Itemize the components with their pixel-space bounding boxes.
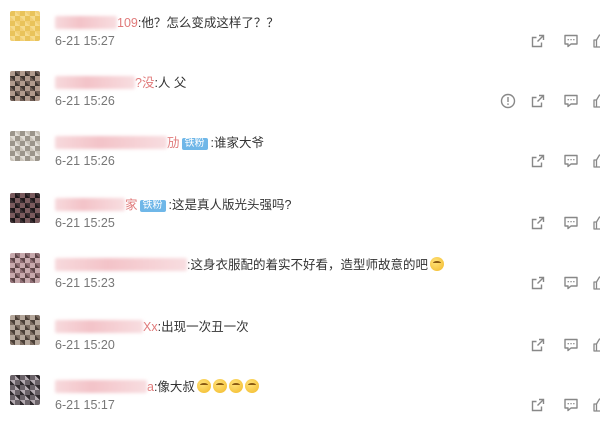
like-icon[interactable] [592, 215, 600, 231]
comment-text: :这身衣服配的着实不好看，造型师故意的吧 [187, 258, 428, 272]
username-tail[interactable]: 劢 [167, 136, 180, 150]
forward-icon[interactable] [530, 275, 546, 291]
like-icon[interactable] [592, 153, 600, 169]
avatar[interactable] [10, 375, 40, 405]
comment-time: 6-21 15:26 [55, 94, 115, 108]
username-tail[interactable]: a [147, 380, 154, 394]
comment-list: 109:他？怎么变成这样了？？ 6-21 15:27 ?没:人 父 6-21 15:2… [0, 0, 600, 419]
comment-text: :他？怎么变成这样了？？ [137, 16, 279, 30]
username-tail[interactable]: 109 [117, 16, 138, 30]
avatar[interactable] [10, 71, 40, 101]
comment-item: 家铁粉:这是真人版光头强吗? 6-21 15:25 [0, 188, 600, 248]
comment-time: 6-21 15:26 [55, 154, 115, 168]
comment-text: :出现一次丑一次 [157, 320, 249, 334]
report-icon[interactable] [500, 93, 516, 109]
username-blurred[interactable] [55, 136, 167, 149]
comment-line: Xx:出现一次丑一次 [55, 316, 249, 335]
avatar[interactable] [10, 193, 40, 223]
forward-icon[interactable] [530, 337, 546, 353]
emoji-icon [429, 257, 444, 271]
username-tail[interactable]: Xx [143, 320, 158, 334]
forward-icon[interactable] [530, 215, 546, 231]
comment-line: a:像大叔 [55, 376, 259, 395]
emoji-icon [244, 379, 259, 393]
avatar[interactable] [10, 11, 40, 41]
username-blurred[interactable] [55, 76, 135, 89]
comment-time: 6-21 15:25 [55, 216, 115, 230]
forward-icon[interactable] [530, 93, 546, 109]
forward-icon[interactable] [530, 397, 546, 413]
comment-item: ?没:人 父 6-21 15:26 [0, 66, 600, 126]
emoji-icon [228, 379, 243, 393]
username-tail[interactable]: 家 [125, 198, 138, 212]
comment-line: ?没:人 父 [55, 72, 186, 91]
username-tail[interactable]: ?没 [135, 76, 154, 90]
comment-text: :这是真人版光头强吗? [168, 198, 292, 212]
comment-icon[interactable] [563, 397, 579, 413]
comment-icon[interactable] [563, 337, 579, 353]
emoji-icon [196, 379, 211, 393]
comment-time: 6-21 15:20 [55, 338, 115, 352]
username-blurred[interactable] [55, 380, 147, 393]
avatar[interactable] [10, 131, 40, 161]
comment-line: 家铁粉:这是真人版光头强吗? [55, 194, 291, 213]
forward-icon[interactable] [530, 153, 546, 169]
comment-icon[interactable] [563, 153, 579, 169]
avatar[interactable] [10, 315, 40, 345]
comment-item: Xx:出现一次丑一次 6-21 15:20 [0, 310, 600, 370]
comment-icon[interactable] [563, 33, 579, 49]
comment-line: 劢铁粉:谁家大爷 [55, 132, 264, 151]
like-icon[interactable] [592, 33, 600, 49]
comment-text: :像大叔 [153, 380, 195, 394]
avatar[interactable] [10, 253, 40, 283]
username-blurred[interactable] [55, 16, 117, 29]
comment-time: 6-21 15:27 [55, 34, 115, 48]
comment-icon[interactable] [563, 215, 579, 231]
comment-item: 劢铁粉:谁家大爷 6-21 15:26 [0, 126, 600, 186]
comment-item: :这身衣服配的着实不好看，造型师故意的吧 6-21 15:23 [0, 248, 600, 308]
username-blurred[interactable] [55, 198, 125, 211]
forward-icon[interactable] [530, 33, 546, 49]
username-blurred[interactable] [55, 258, 187, 271]
emoji-icon [212, 379, 227, 393]
comment-text: :谁家大爷 [210, 136, 264, 150]
fan-badge: 铁粉 [181, 138, 208, 150]
fan-badge: 铁粉 [139, 200, 166, 212]
username-blurred[interactable] [55, 320, 143, 333]
comment-item: a:像大叔 6-21 15:17 [0, 370, 600, 430]
comment-line: :这身衣服配的着实不好看，造型师故意的吧 [55, 254, 444, 273]
comment-time: 6-21 15:17 [55, 398, 115, 412]
like-icon[interactable] [592, 337, 600, 353]
comment-text: :人 父 [154, 76, 187, 90]
comment-line: 109:他？怎么变成这样了？？ [55, 12, 279, 31]
like-icon[interactable] [592, 397, 600, 413]
comment-item: 109:他？怎么变成这样了？？ 6-21 15:27 [0, 6, 600, 66]
comment-icon[interactable] [563, 275, 579, 291]
like-icon[interactable] [592, 275, 600, 291]
like-icon[interactable] [592, 93, 600, 109]
comment-time: 6-21 15:23 [55, 276, 115, 290]
comment-icon[interactable] [563, 93, 579, 109]
